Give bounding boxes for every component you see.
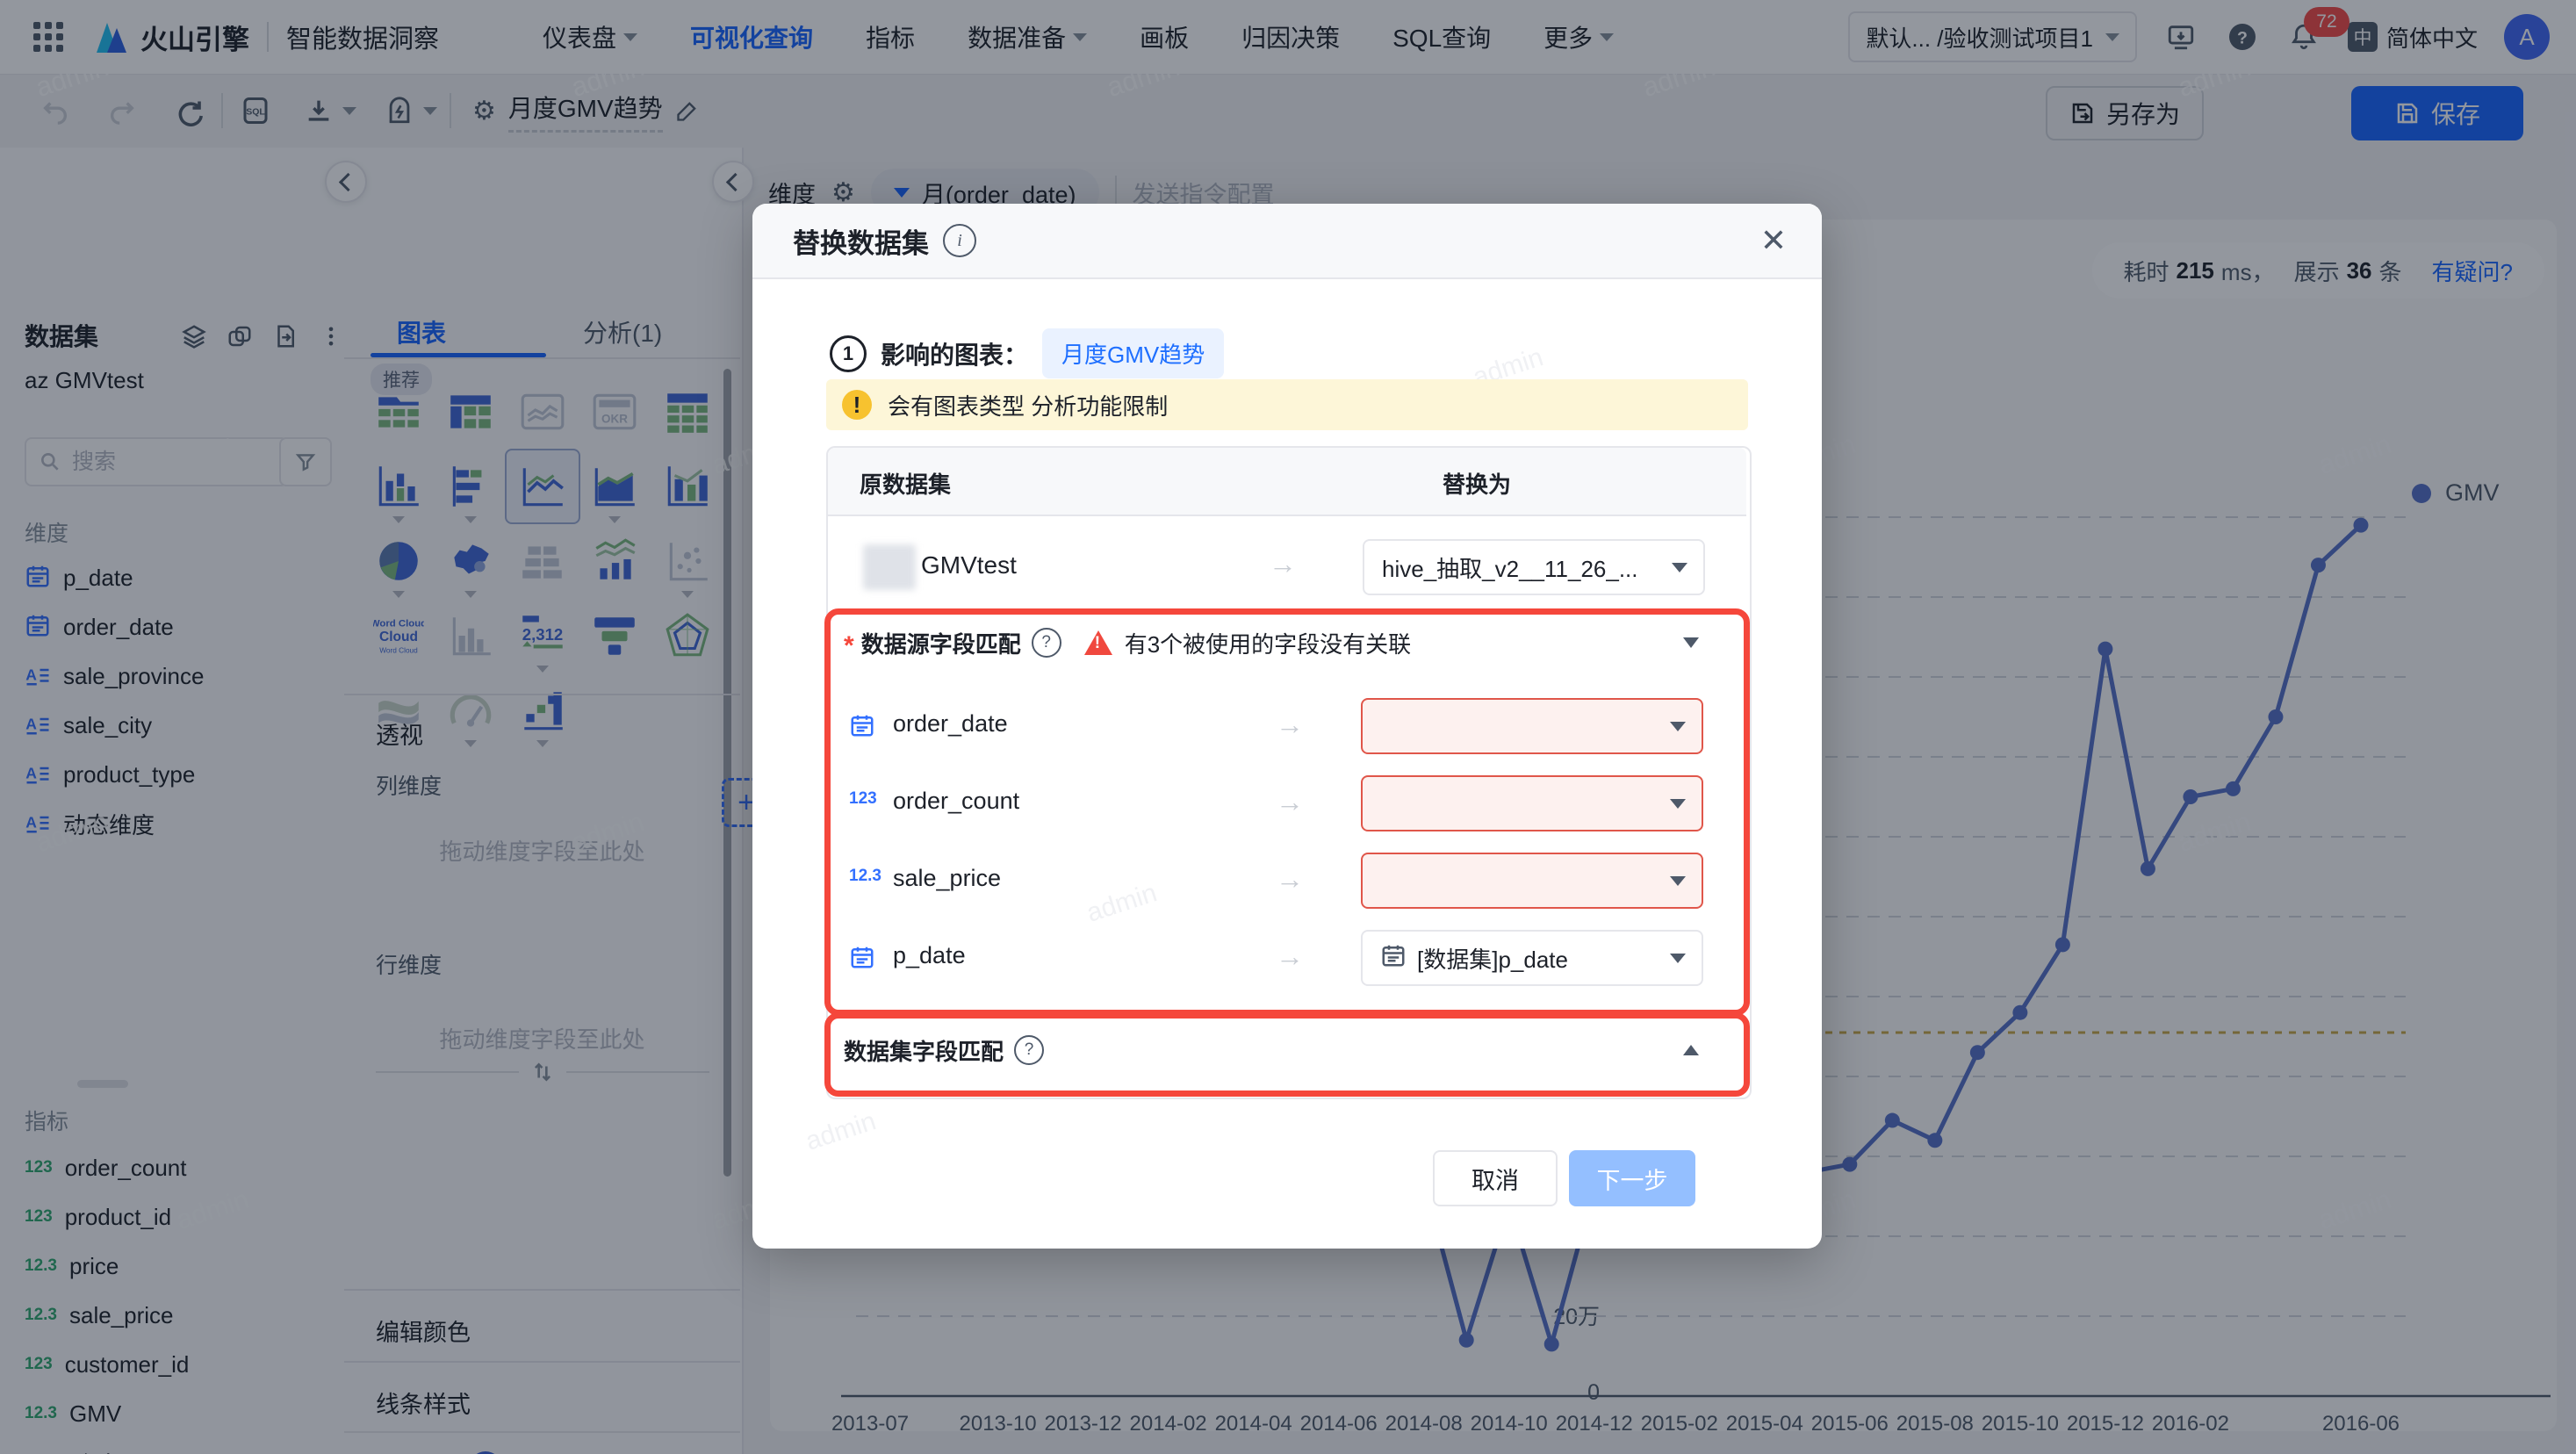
arrow-right-icon: → xyxy=(1276,709,1304,741)
affected-chart-tag: 月度GMV趋势 xyxy=(1042,328,1224,378)
field-match-warning: 有3个被使用的字段没有关联 xyxy=(1125,627,1411,659)
field-match-header[interactable]: * 数据源字段匹配 ? 有3个被使用的字段没有关联 xyxy=(844,620,1731,666)
warning-triangle-icon xyxy=(1084,630,1112,655)
target-field-value: [数据集]p_date xyxy=(1417,942,1568,975)
app-root: 火山引擎 智能数据洞察 仪表盘可视化查询指标数据准备画板归因决策SQL查询更多 … xyxy=(0,0,2576,1454)
collapse-caret-icon[interactable] xyxy=(1683,637,1699,648)
source-dataset-name: GMVtest xyxy=(921,551,1017,579)
next-step-button[interactable]: 下一步 xyxy=(1569,1150,1695,1206)
dataset-field-match-header[interactable]: 数据集字段匹配 ? xyxy=(844,1027,1731,1073)
step-number: 1 xyxy=(830,335,867,372)
source-field-name: sale_price xyxy=(893,865,1001,892)
dataset-row: GMVtest → hive_抽取_v2__11_26_... xyxy=(828,515,1746,622)
cancel-button[interactable]: 取消 xyxy=(1433,1150,1558,1206)
target-dataset-select[interactable]: hive_抽取_v2__11_26_... xyxy=(1363,539,1705,595)
arrow-right-icon: → xyxy=(1276,786,1304,818)
warning-banner: ! 会有图表类型 分析功能限制 xyxy=(826,379,1748,430)
field-row-p_date: p_date → [数据集]p_date xyxy=(844,930,1731,986)
calendar-field-icon xyxy=(849,944,875,975)
column-header-source: 原数据集 xyxy=(860,467,951,500)
arrow-right-icon: → xyxy=(1269,548,1297,580)
modal-header: 替换数据集 i xyxy=(752,204,1822,279)
expand-caret-icon[interactable] xyxy=(1683,1045,1699,1055)
help-icon[interactable]: ? xyxy=(1014,1035,1044,1065)
field-row-order_count: 123 order_count → xyxy=(844,775,1731,831)
field-row-sale_price: 12.3 sale_price → xyxy=(844,853,1731,909)
int-field-icon: 123 xyxy=(849,789,877,809)
calendar-field-icon xyxy=(1380,942,1407,975)
warning-icon: ! xyxy=(842,390,872,420)
source-field-name: order_date xyxy=(893,710,1008,738)
select-caret-icon xyxy=(1672,563,1687,572)
target-field-select-sale_price[interactable] xyxy=(1361,853,1703,909)
select-caret-icon xyxy=(1670,722,1686,731)
calendar-field-icon xyxy=(849,712,875,743)
select-caret-icon xyxy=(1670,876,1686,886)
dataset-field-match-title: 数据集字段匹配 xyxy=(844,1034,1004,1067)
dataset-mapping-panel: 原数据集 替换为 GMVtest → hive_抽取_v2__11_26_... xyxy=(826,446,1752,1099)
help-icon[interactable]: ? xyxy=(1032,628,1061,658)
info-icon[interactable]: i xyxy=(943,224,976,257)
step-label: 影响的图表： xyxy=(881,336,1028,371)
redacted-prefix xyxy=(863,544,916,590)
target-field-select-order_count[interactable] xyxy=(1361,775,1703,831)
target-field-select-p_date[interactable]: [数据集]p_date xyxy=(1361,930,1703,986)
field-row-order_date: order_date → xyxy=(844,698,1731,754)
arrow-right-icon: → xyxy=(1276,863,1304,896)
select-caret-icon xyxy=(1670,954,1686,963)
modal-title: 替换数据集 xyxy=(793,221,929,261)
replace-dataset-modal: admin admin admin 替换数据集 i ✕ 1 影响的图表： 月度G… xyxy=(752,204,1822,1249)
source-field-name: order_count xyxy=(893,788,1019,815)
required-star: * xyxy=(844,631,854,661)
decimal-field-icon: 12.3 xyxy=(849,867,881,886)
source-field-name: p_date xyxy=(893,942,966,969)
column-header-target: 替换为 xyxy=(1443,467,1511,500)
close-icon[interactable]: ✕ xyxy=(1760,223,1787,258)
field-match-title: 数据源字段匹配 xyxy=(861,627,1021,659)
target-field-select-order_date[interactable] xyxy=(1361,698,1703,754)
select-caret-icon xyxy=(1670,799,1686,809)
arrow-right-icon: → xyxy=(1276,940,1304,973)
watermark: admin xyxy=(802,1106,880,1157)
